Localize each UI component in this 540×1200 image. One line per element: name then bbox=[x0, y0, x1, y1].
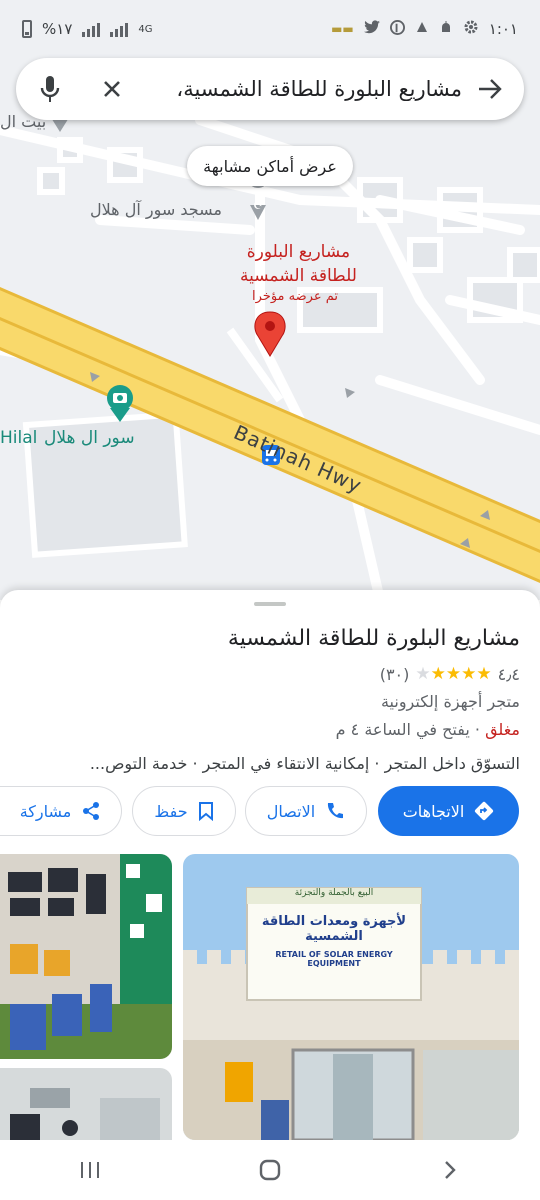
share-icon bbox=[83, 802, 100, 820]
save-button[interactable]: حفظ bbox=[132, 786, 236, 836]
map-label-hilal[interactable]: Hilal bbox=[0, 428, 37, 448]
recently-viewed-label: تم عرضه مؤخرا bbox=[252, 289, 338, 304]
interior-photo[interactable] bbox=[0, 854, 172, 1059]
recent-apps-icon[interactable] bbox=[60, 1150, 120, 1190]
clock-time: ١:٠١ bbox=[488, 20, 518, 38]
directions-label: الاتجاهات bbox=[402, 801, 465, 821]
place-name-line1: مشاريع البلورة bbox=[246, 242, 351, 262]
place-title: مشاريع البلورة للطاقة الشمسية bbox=[227, 626, 520, 651]
battery-icon bbox=[22, 20, 32, 38]
review-count: (٣٠) bbox=[379, 664, 410, 684]
place-name-line2: للطاقة الشمسية bbox=[240, 266, 357, 286]
share-button[interactable]: مشاركة bbox=[0, 786, 122, 836]
place-services: التسوّق داخل المتجر · إمكانية الانتقاء ف… bbox=[89, 754, 520, 773]
action-buttons: الاتجاهات الاتصال حفظ مشاركة bbox=[0, 786, 540, 838]
mosque-status-icon bbox=[439, 20, 453, 38]
status-bar: %١٧ 4G ▬▬ ١:٠١ bbox=[0, 0, 540, 58]
sign-arabic-top: البيع بالجملة والتجزئة bbox=[294, 888, 374, 898]
products-photo[interactable] bbox=[0, 1068, 172, 1140]
save-label: حفظ bbox=[154, 801, 188, 821]
opening-time: · يفتح في الساعة ٤ م bbox=[335, 720, 480, 739]
rating-stars: ★★★★★ bbox=[415, 664, 491, 684]
close-icon[interactable] bbox=[96, 73, 128, 105]
arrow-back-icon[interactable] bbox=[474, 73, 506, 105]
share-label: مشاركة bbox=[19, 801, 72, 821]
sign-arabic-main: لأجهزة ومعدات الطاقة الشمسية bbox=[261, 914, 407, 944]
app-icon bbox=[415, 20, 429, 38]
status-right: ▬▬ ١:٠١ bbox=[331, 19, 518, 39]
signal-icon bbox=[82, 21, 101, 37]
battery-percent: %١٧ bbox=[42, 20, 73, 38]
place-details-sheet[interactable]: مشاريع البلورة للطاقة الشمسية ٤٫٤ ★★★★★ … bbox=[0, 590, 540, 1140]
star-icon: ★★★★ bbox=[430, 664, 492, 684]
status-left: %١٧ 4G bbox=[22, 20, 153, 38]
directions-icon bbox=[475, 801, 494, 821]
place-category: متجر أجهزة إلكترونية bbox=[380, 692, 520, 711]
svg-text:☪: ☪ bbox=[253, 199, 263, 212]
bookmark-icon bbox=[198, 802, 213, 821]
star-icon-empty: ★ bbox=[415, 664, 431, 684]
call-button[interactable]: الاتصال bbox=[245, 786, 367, 836]
sheet-drag-handle[interactable] bbox=[254, 602, 286, 606]
phone-icon bbox=[328, 803, 344, 819]
search-bar[interactable]: مشاريع البلورة للطاقة الشمسية، bbox=[16, 58, 524, 120]
sign-english: RETAIL OF SOLAR ENERGY EQUIPMENT bbox=[275, 950, 393, 968]
home-icon[interactable] bbox=[240, 1150, 300, 1190]
place-hours[interactable]: مغلق · يفتح في الساعة ٤ م bbox=[336, 720, 520, 739]
directions-button[interactable]: الاتجاهات bbox=[378, 786, 519, 836]
storefront-photo[interactable]: البيع بالجملة والتجزئة لأجهزة ومعدات الط… bbox=[183, 854, 519, 1140]
twitter-icon bbox=[363, 20, 380, 38]
network-type: 4G bbox=[138, 23, 153, 35]
pinterest-icon bbox=[389, 19, 405, 39]
settings-gear-icon bbox=[463, 19, 479, 39]
map-label-mosque[interactable]: مسجد سور آل هلال bbox=[90, 200, 222, 219]
map-label-selected-place[interactable]: مشاريع البلورة للطاقة الشمسية bbox=[240, 240, 357, 288]
system-nav-bar bbox=[0, 1140, 540, 1200]
mic-icon[interactable] bbox=[34, 73, 66, 105]
rating-row[interactable]: ٤٫٤ ★★★★★ (٣٠) bbox=[380, 664, 520, 684]
similar-places-chip[interactable]: عرض أماكن مشابهة bbox=[187, 146, 353, 186]
call-label: الاتصال bbox=[266, 801, 316, 821]
app-notification-icon: ▬▬ bbox=[331, 22, 354, 36]
search-input[interactable]: مشاريع البلورة للطاقة الشمسية، bbox=[128, 77, 474, 101]
rating-value: ٤٫٤ bbox=[497, 664, 520, 684]
back-icon[interactable] bbox=[420, 1150, 480, 1190]
status-closed: مغلق bbox=[485, 720, 520, 739]
signal-icon-2 bbox=[110, 21, 129, 37]
map-label-sur-hilal[interactable]: سور ال هلال bbox=[44, 428, 135, 448]
